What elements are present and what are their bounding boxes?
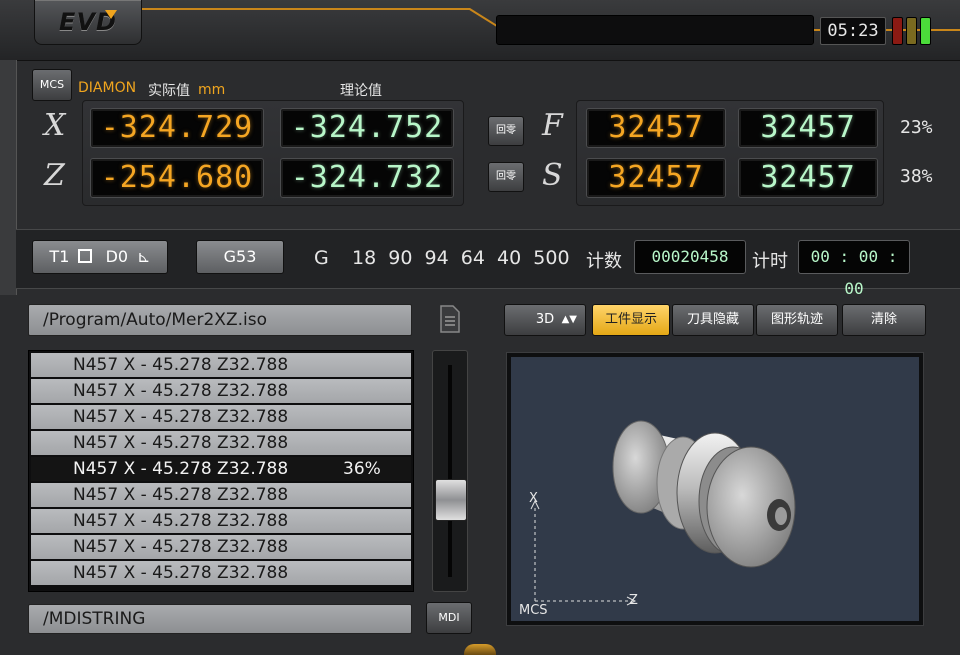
axis-x-label: X	[44, 108, 66, 143]
code-line-text: N457 X - 45.278 Z32.788	[73, 381, 289, 401]
feed-actual-display: 32457	[586, 108, 726, 148]
z-theory-display: -324.732	[280, 158, 454, 198]
code-line-text: N457 X - 45.278 Z32.788	[73, 407, 289, 427]
code-line-text: N457 X - 45.278 Z32.788	[73, 511, 289, 531]
graphic-path-button[interactable]: 图形轨迹	[756, 304, 838, 336]
feed-set-display: 32457	[738, 108, 878, 148]
select-arrows-icon: ▲▼	[561, 314, 577, 325]
code-line[interactable]: N457 X - 45.278 Z32.788 36%	[31, 457, 411, 481]
code-line[interactable]: N457 X - 45.278 Z32.788	[31, 535, 411, 559]
code-line[interactable]: N457 X - 45.278 Z32.788	[31, 405, 411, 429]
z-home-button[interactable]: 回零	[488, 162, 524, 192]
theory-value-label: 理论值	[340, 83, 382, 99]
code-line-text: N457 X - 45.278 Z32.788	[73, 485, 289, 505]
timer-display: 00 : 00 : 00	[798, 240, 910, 298]
code-line-progress: 36%	[343, 459, 381, 479]
program-code-list[interactable]: N457 X - 45.278 Z32.788 N457 X - 45.278 Z…	[28, 350, 414, 592]
mdi-button[interactable]: MDI	[426, 602, 472, 634]
clock-display: 05:23	[820, 17, 886, 45]
x-home-button[interactable]: 回零	[488, 116, 524, 146]
spindle-set-display: 32457	[738, 158, 878, 198]
tool-offset-button[interactable]: T1 D0 ⊾	[32, 240, 168, 274]
workpiece-display-button[interactable]: 工件显示	[592, 304, 670, 336]
3d-viewport[interactable]: X Z MCS	[506, 352, 924, 626]
code-line[interactable]: N457 X - 45.278 Z32.788	[31, 431, 411, 455]
unit-label: mm	[198, 82, 226, 98]
coord-system-button[interactable]: G53	[196, 240, 284, 274]
message-display	[496, 15, 814, 45]
count-label: 计数	[586, 251, 622, 272]
tool-hide-button[interactable]: 刀具隐藏	[672, 304, 754, 336]
axis-z-label: Z	[44, 158, 65, 193]
x-actual-display: -324.729	[90, 108, 264, 148]
axis-origin-label: MCS	[519, 603, 548, 618]
code-line[interactable]: N457 X - 45.278 Z32.788	[31, 509, 411, 533]
axis-x-marker: X	[529, 491, 538, 506]
code-line-text: N457 X - 45.278 Z32.788	[73, 433, 289, 453]
status-led-yellow	[906, 17, 917, 45]
clock-time: 05:23	[827, 21, 879, 41]
spindle-label: S	[542, 158, 563, 193]
view-mode-value: 3D	[535, 312, 555, 327]
scroll-rail	[448, 365, 452, 577]
logo: EVD	[34, 0, 142, 45]
g-label: G	[314, 247, 329, 269]
count-display: 00020458	[634, 240, 746, 274]
logo-accent-icon	[105, 10, 117, 19]
file-icon[interactable]	[438, 304, 462, 334]
status-led-green	[920, 17, 931, 45]
timer-label: 计时	[752, 251, 788, 272]
code-line-text: N457 X - 45.278 Z32.788	[73, 563, 289, 583]
offset-number: D0	[105, 247, 129, 266]
mdi-input[interactable]: /MDISTRING	[28, 604, 412, 634]
program-scrollbar[interactable]	[432, 350, 468, 592]
tool-icon	[78, 249, 93, 263]
code-line-text: N457 X - 45.278 Z32.788	[73, 537, 289, 557]
axis-z-marker: Z	[629, 593, 638, 608]
spindle-actual-display: 32457	[586, 158, 726, 198]
scroll-handle[interactable]	[435, 479, 467, 521]
spindle-override-percent: 38%	[900, 166, 933, 187]
offset-icon: ⊾	[137, 247, 151, 266]
header-accent-line	[140, 8, 470, 10]
code-line[interactable]: N457 X - 45.278 Z32.788	[31, 379, 411, 403]
code-line[interactable]: N457 X - 45.278 Z32.788	[31, 483, 411, 507]
x-theory-display: -324.752	[280, 108, 454, 148]
view-mode-select[interactable]: 3D ▲▼	[504, 304, 586, 336]
viewport-canvas: X Z MCS	[511, 357, 919, 621]
clear-button[interactable]: 清除	[842, 304, 926, 336]
status-led-red	[892, 17, 903, 45]
feed-label: F	[542, 108, 563, 143]
code-line-text: N457 X - 45.278 Z32.788	[73, 459, 289, 479]
diameter-label: DIAMON	[78, 80, 137, 96]
program-path[interactable]: /Program/Auto/Mer2XZ.iso	[28, 304, 412, 336]
workpiece-render	[530, 420, 796, 606]
mcs-button[interactable]: MCS	[32, 69, 72, 101]
actual-value-label: 实际值	[148, 83, 190, 99]
z-actual-display: -254.680	[90, 158, 264, 198]
tool-number: T1	[49, 247, 70, 266]
code-line-text: N457 X - 45.278 Z32.788	[73, 355, 289, 375]
code-line[interactable]: N457 X - 45.278 Z32.788	[31, 353, 411, 377]
g-codes: 18 90 94 64 40 500	[352, 247, 570, 269]
left-rail	[0, 60, 17, 295]
code-line[interactable]: N457 X - 45.278 Z32.788	[31, 561, 411, 585]
bottom-handle[interactable]	[464, 644, 496, 655]
feed-override-percent: 23%	[900, 117, 933, 138]
logo-text: EVD	[59, 8, 117, 36]
